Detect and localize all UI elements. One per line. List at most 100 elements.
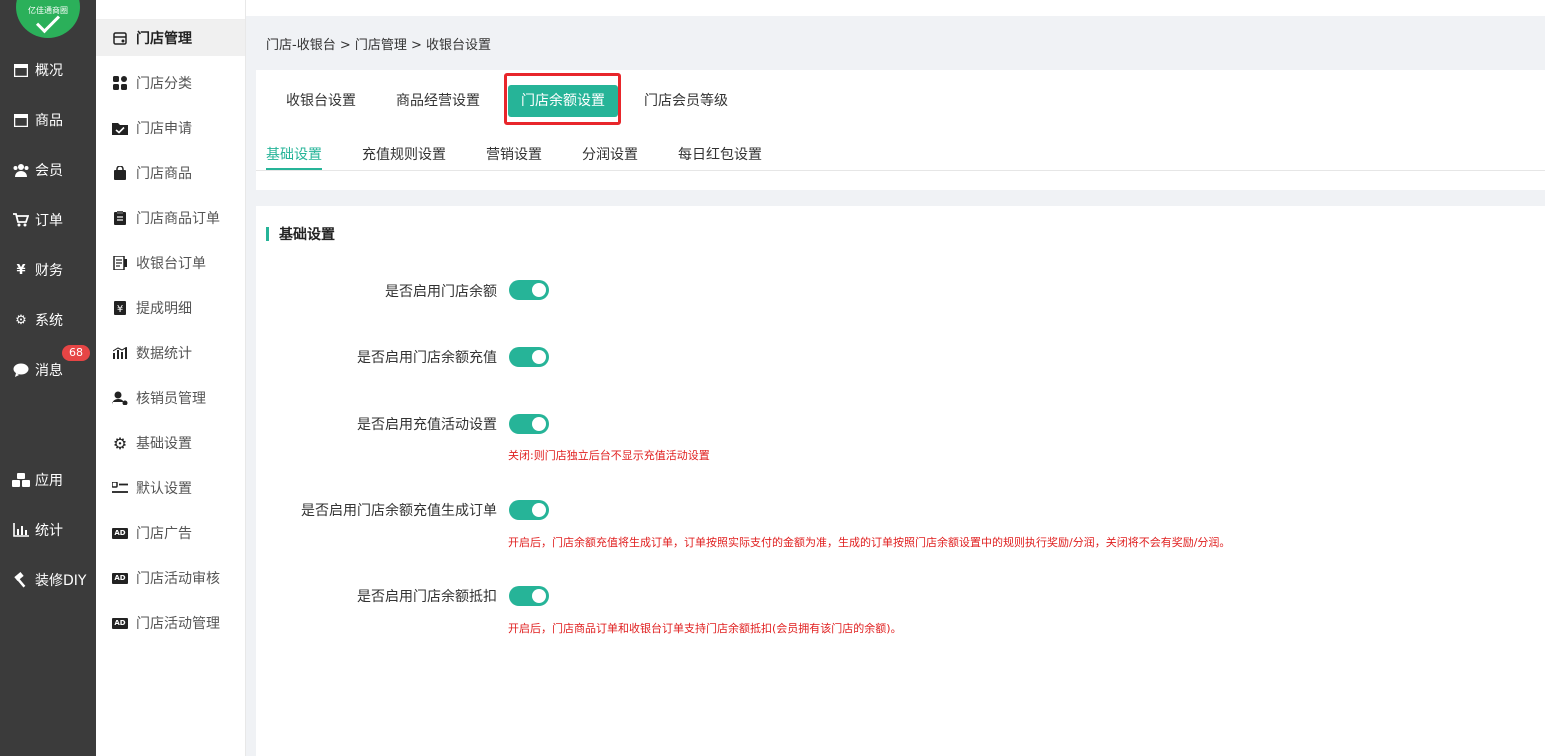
setting-label: 是否启用门店余额充值 <box>357 350 497 366</box>
subtab-marketing[interactable]: 营销设置 <box>486 144 542 164</box>
window-icon <box>12 111 30 129</box>
toggle-recharge-order[interactable] <box>509 500 549 520</box>
stats-icon <box>112 345 128 361</box>
setting-label: 是否启用门店余额充值生成订单 <box>301 503 497 519</box>
breadcrumb: 门店-收银台 > 门店管理 > 收银台设置 <box>266 38 492 53</box>
rail-item-label: 消息 <box>35 363 63 379</box>
subtab-daily-redpacket[interactable]: 每日红包设置 <box>678 144 762 164</box>
folder-check-icon <box>112 120 128 136</box>
rail-item-label: 财务 <box>35 263 63 279</box>
setting-label: 是否启用门店余额抵扣 <box>357 589 497 605</box>
main-rail: 亿佳通商圈 概况 商品 会员 订单 ¥ 财务 ⚙ 系统 消息 68 应用 统计 … <box>0 0 96 756</box>
subtab-profit-share[interactable]: 分润设置 <box>582 144 638 164</box>
user-gear-icon <box>112 390 128 406</box>
rail-item-stats[interactable]: 统计 <box>0 515 96 545</box>
divider <box>256 170 1545 171</box>
tab-goods-operation[interactable]: 商品经营设置 <box>384 85 492 117</box>
sidebar-item-store-category[interactable]: 门店分类 <box>96 65 245 101</box>
sidebar-item-activity-manage[interactable]: AD 门店活动管理 <box>96 605 245 641</box>
sidebar-item-label: 核销员管理 <box>136 391 206 407</box>
sidebar-item-label: 门店活动管理 <box>136 616 220 632</box>
top-strip <box>246 0 1545 16</box>
setting-hint: 开启后，门店商品订单和收银台订单支持门店余额抵扣(会员拥有该门店的余额)。 <box>508 622 902 635</box>
ad-icon: AD <box>112 525 128 541</box>
message-count-badge: 68 <box>62 345 90 361</box>
svg-text:¥: ¥ <box>117 304 123 315</box>
hammer-icon <box>12 571 30 589</box>
rail-item-label: 系统 <box>35 313 63 329</box>
sidebar-item-store-goods-orders[interactable]: 门店商品订单 <box>96 200 245 236</box>
cart-icon <box>12 211 30 229</box>
rail-item-label: 概况 <box>35 63 63 79</box>
tab-store-balance[interactable]: 门店余额设置 <box>508 85 618 117</box>
setting-hint: 开启后，门店余额充值将生成订单，订单按照实际支付的金额为准，生成的订单按照门店余… <box>508 536 1231 549</box>
toggle-store-balance[interactable] <box>509 280 549 300</box>
sidebar-item-store-manage[interactable]: 门店管理 <box>96 20 245 56</box>
toggle-balance-recharge[interactable] <box>509 347 549 367</box>
list-icon <box>112 480 128 496</box>
setting-hint: 关闭:则门店独立后台不显示充值活动设置 <box>508 449 710 462</box>
rail-item-label: 应用 <box>35 473 63 489</box>
bag-icon <box>112 165 128 181</box>
rail-item-finance[interactable]: ¥ 财务 <box>0 255 96 285</box>
ad-icon: AD <box>112 615 128 631</box>
cubes-icon <box>12 471 30 489</box>
tab-card: 收银台设置 商品经营设置 门店余额设置 门店会员等级 基础设置 充值规则设置 营… <box>256 70 1545 190</box>
sidebar-item-basic-settings[interactable]: ⚙ 基础设置 <box>96 425 245 461</box>
tab-member-level[interactable]: 门店会员等级 <box>632 85 740 117</box>
sidebar-item-cashier-orders[interactable]: 收银台订单 <box>96 245 245 281</box>
sidebar-item-label: 提成明细 <box>136 301 192 317</box>
rail-item-label: 装修DIY <box>35 573 87 589</box>
sidebar-item-label: 门店商品订单 <box>136 211 220 227</box>
rail-item-orders[interactable]: 订单 <box>0 205 96 235</box>
setting-label: 是否启用门店余额 <box>385 284 497 300</box>
toggle-recharge-activity[interactable] <box>509 414 549 434</box>
section-title: 基础设置 <box>266 226 335 243</box>
sidebar-item-default-settings[interactable]: 默认设置 <box>96 470 245 506</box>
rail-item-decoration[interactable]: 装修DIY <box>0 565 96 595</box>
sidebar-item-commission[interactable]: ¥ 提成明细 <box>96 290 245 326</box>
users-icon <box>12 161 30 179</box>
sidebar-item-store-ads[interactable]: AD 门店广告 <box>96 515 245 551</box>
tab-cashier-settings[interactable]: 收银台设置 <box>274 85 368 117</box>
sidebar-item-activity-review[interactable]: AD 门店活动审核 <box>96 560 245 596</box>
sidebar-item-label: 门店广告 <box>136 526 192 542</box>
rail-item-label: 统计 <box>35 523 63 539</box>
yen-doc-icon: ¥ <box>112 300 128 316</box>
subtab-recharge-rules[interactable]: 充值规则设置 <box>362 144 446 164</box>
toggle-balance-deduct[interactable] <box>509 586 549 606</box>
bar-chart-icon <box>12 521 30 539</box>
rail-item-overview[interactable]: 概况 <box>0 55 96 85</box>
rail-item-label: 订单 <box>35 213 63 229</box>
gear-icon: ⚙ <box>112 433 128 453</box>
rail-item-goods[interactable]: 商品 <box>0 105 96 135</box>
settings-panel: 基础设置 是否启用门店余额 是否启用门店余额充值 是否启用充值活动设置 关闭:则… <box>256 206 1545 756</box>
rail-item-label: 会员 <box>35 163 63 179</box>
grid-icon <box>112 75 128 91</box>
rail-item-label: 商品 <box>35 113 63 129</box>
logo[interactable]: 亿佳通商圈 <box>16 0 80 38</box>
sidebar-item-store-apply[interactable]: 门店申请 <box>96 110 245 146</box>
ad-icon: AD <box>112 570 128 586</box>
sidebar-item-label: 默认设置 <box>136 481 192 497</box>
rail-item-members[interactable]: 会员 <box>0 155 96 185</box>
sidebar-item-verifier-manage[interactable]: 核销员管理 <box>96 380 245 416</box>
window-icon <box>12 61 30 79</box>
rail-item-apps[interactable]: 应用 <box>0 465 96 495</box>
store-icon <box>112 30 128 46</box>
setting-label: 是否启用充值活动设置 <box>357 417 497 433</box>
rail-item-system[interactable]: ⚙ 系统 <box>0 305 96 335</box>
subtab-basic[interactable]: 基础设置 <box>266 144 322 164</box>
clipboard-icon <box>112 210 128 226</box>
sidebar-item-label: 门店管理 <box>136 31 192 47</box>
sidebar-item-label: 门店活动审核 <box>136 571 220 587</box>
secondary-sidebar: 门店管理 门店分类 门店申请 门店商品 门店商品订单 收银台订单 ¥ 提成明细 … <box>96 0 246 756</box>
sidebar-item-data-stats[interactable]: 数据统计 <box>96 335 245 371</box>
receipt-icon <box>112 255 128 271</box>
sidebar-item-label: 收银台订单 <box>136 256 206 272</box>
sidebar-item-label: 门店商品 <box>136 166 192 182</box>
sidebar-item-label: 门店分类 <box>136 76 192 92</box>
sidebar-item-label: 数据统计 <box>136 346 192 362</box>
sidebar-item-label: 门店申请 <box>136 121 192 137</box>
sidebar-item-store-goods[interactable]: 门店商品 <box>96 155 245 191</box>
